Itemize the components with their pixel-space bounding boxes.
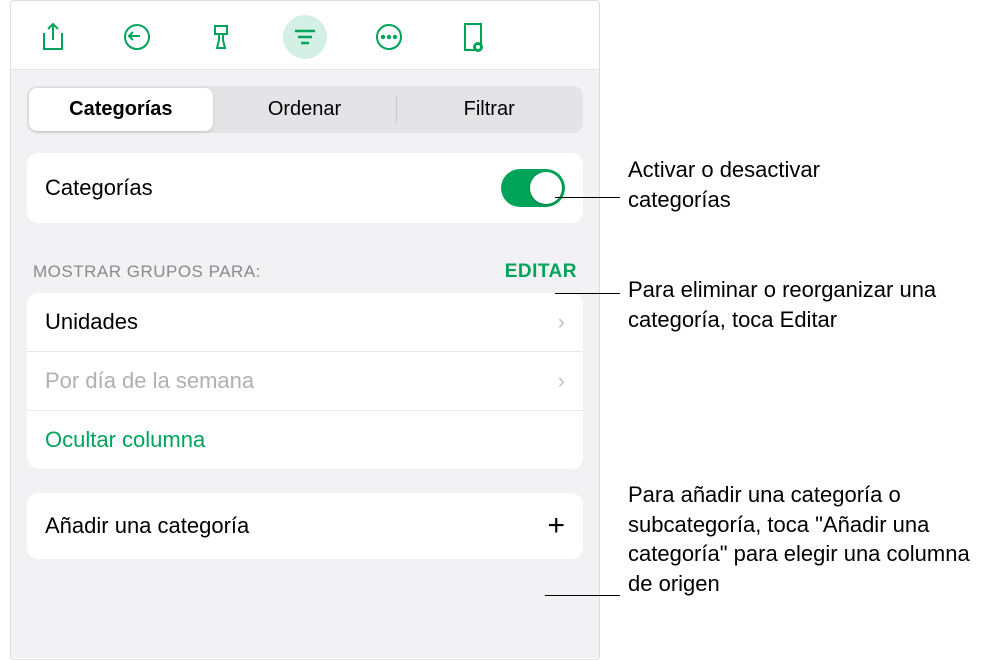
groups-card: Unidades › Por día de la semana › Oculta… bbox=[27, 293, 583, 469]
categories-toggle[interactable] bbox=[501, 169, 565, 207]
undo-icon[interactable] bbox=[115, 15, 159, 59]
hide-column-label: Ocultar columna bbox=[45, 427, 205, 453]
chevron-right-icon: › bbox=[558, 309, 565, 335]
panel-body: Categorías Ordenar Filtrar Categorías MO… bbox=[11, 70, 599, 658]
organize-panel: Categorías Ordenar Filtrar Categorías MO… bbox=[10, 0, 600, 660]
tab-sort[interactable]: Ordenar bbox=[213, 88, 397, 131]
plus-icon: + bbox=[547, 509, 565, 543]
toggle-knob bbox=[530, 172, 562, 204]
add-category-button[interactable]: Añadir una categoría + bbox=[27, 493, 583, 559]
group-row-weekday[interactable]: Por día de la semana › bbox=[27, 351, 583, 410]
callout-add: Para añadir una categoría o subcategoría… bbox=[628, 480, 988, 599]
organize-icon[interactable] bbox=[283, 15, 327, 59]
tab-categories[interactable]: Categorías bbox=[29, 88, 213, 131]
add-category-card: Añadir una categoría + bbox=[27, 493, 583, 559]
tab-filter[interactable]: Filtrar bbox=[397, 88, 581, 131]
callout-toggle: Activar o desactivar categorías bbox=[628, 155, 908, 214]
groups-header-label: MOSTRAR GRUPOS PARA: bbox=[33, 262, 261, 282]
categories-toggle-row: Categorías bbox=[27, 153, 583, 223]
share-icon[interactable] bbox=[31, 15, 75, 59]
categories-label: Categorías bbox=[45, 175, 153, 201]
chevron-right-icon: › bbox=[558, 368, 565, 394]
segmented-control: Categorías Ordenar Filtrar bbox=[27, 86, 583, 133]
more-icon[interactable] bbox=[367, 15, 411, 59]
toolbar bbox=[11, 1, 599, 70]
edit-button[interactable]: EDITAR bbox=[505, 261, 577, 283]
group-row-unidades[interactable]: Unidades › bbox=[27, 293, 583, 351]
note-preview-icon[interactable] bbox=[451, 15, 495, 59]
hide-column-button[interactable]: Ocultar columna bbox=[27, 410, 583, 469]
format-brush-icon[interactable] bbox=[199, 15, 243, 59]
add-category-label: Añadir una categoría bbox=[45, 513, 249, 539]
callout-edit: Para eliminar o reorganizar una categorí… bbox=[628, 275, 988, 334]
groups-section-header: MOSTRAR GRUPOS PARA: EDITAR bbox=[27, 239, 583, 293]
group-row-label: Unidades bbox=[45, 309, 138, 335]
group-row-label: Por día de la semana bbox=[45, 368, 254, 394]
categories-toggle-card: Categorías bbox=[27, 153, 583, 223]
